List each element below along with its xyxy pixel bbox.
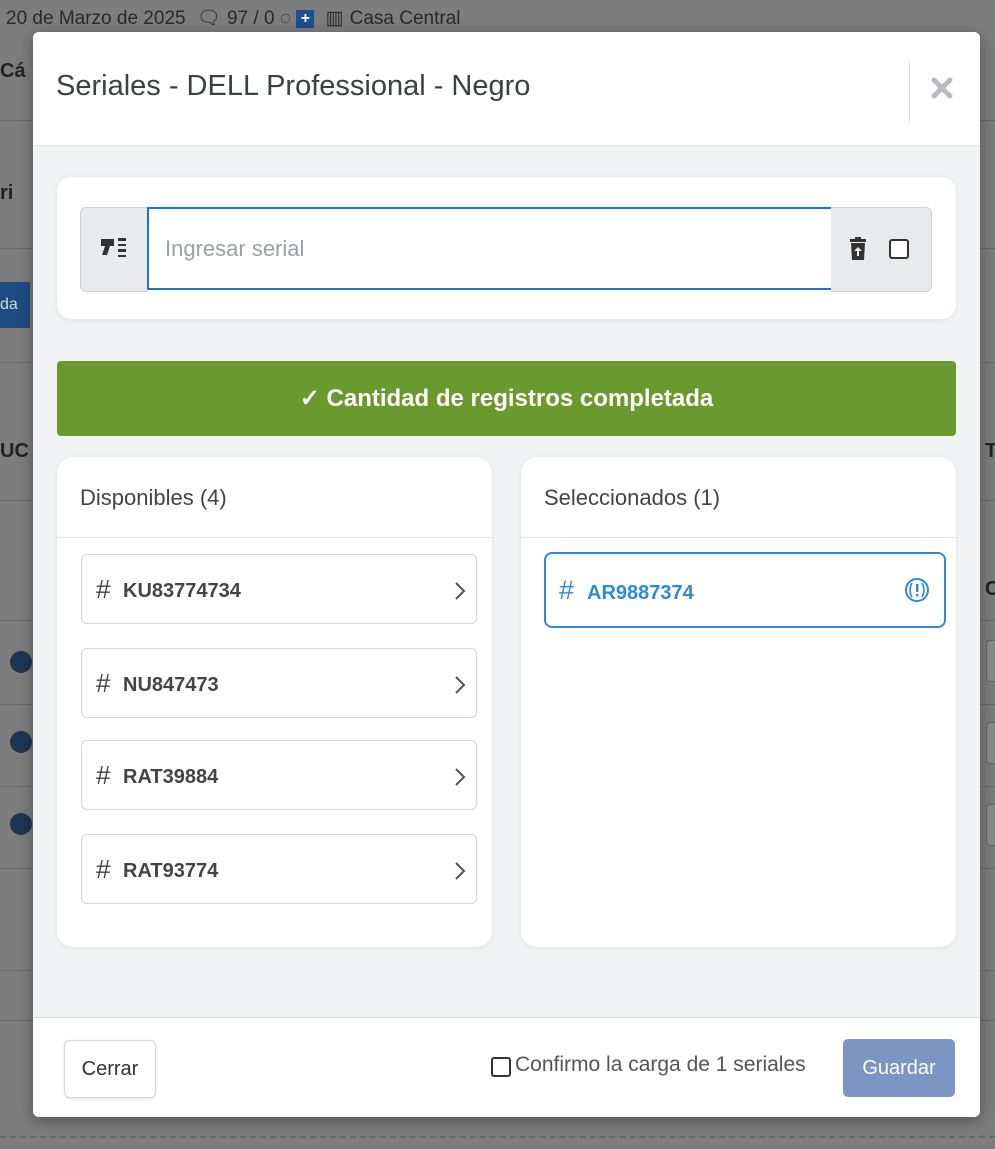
available-serial-item[interactable]: # RAT93774 bbox=[81, 834, 477, 904]
success-banner: ✓ Cantidad de registros completada bbox=[57, 361, 956, 436]
trash-restore-icon[interactable] bbox=[849, 237, 867, 261]
close-icon[interactable] bbox=[926, 72, 958, 104]
barcode-scanner-icon bbox=[101, 238, 126, 257]
available-serial-item[interactable]: # KU83774734 bbox=[81, 554, 477, 624]
hash-icon: # bbox=[96, 760, 111, 790]
serials-modal: Seriales - DELL Professional - Negro Ing… bbox=[33, 32, 980, 1117]
input-checkbox[interactable] bbox=[889, 239, 909, 259]
serial-code: RAT39884 bbox=[123, 766, 219, 788]
hash-icon: # bbox=[559, 575, 575, 605]
background-fragment: C bbox=[985, 578, 995, 600]
background-fragment: UC bbox=[0, 440, 29, 462]
eye-icon bbox=[10, 651, 32, 673]
background-counts: 97 / 0 bbox=[226, 8, 275, 29]
background-date: 20 de Marzo de 2025 bbox=[6, 8, 186, 29]
hash-icon: # bbox=[96, 668, 111, 698]
whatsapp-icon: ◌ bbox=[279, 8, 292, 29]
background-divider bbox=[0, 1136, 995, 1138]
modal-header: Seriales - DELL Professional - Negro bbox=[33, 32, 980, 146]
header-divider bbox=[909, 62, 910, 122]
confirm-label[interactable]: Confirmo la carga de 1 seriales bbox=[515, 1052, 806, 1078]
background-fragment: T bbox=[985, 440, 995, 462]
selected-serial-item[interactable]: # AR9887374 bbox=[544, 552, 946, 628]
alert-circle-icon[interactable] bbox=[904, 577, 930, 603]
serial-code: AR9887374 bbox=[587, 582, 694, 604]
available-panel: Disponibles (4) # KU83774734 # NU847473 … bbox=[57, 457, 492, 947]
serial-code: RAT93774 bbox=[123, 860, 219, 882]
background-button: da bbox=[0, 282, 30, 328]
hash-icon: # bbox=[96, 574, 111, 604]
chevron-right-icon bbox=[455, 768, 466, 786]
chevron-right-icon bbox=[455, 862, 466, 880]
available-serial-item[interactable]: # NU847473 bbox=[81, 648, 477, 718]
confirm-checkbox[interactable] bbox=[491, 1057, 511, 1077]
hash-icon: # bbox=[96, 854, 111, 884]
background-branch: Casa Central bbox=[349, 8, 461, 29]
chevron-right-icon bbox=[455, 582, 466, 600]
input-actions-addon bbox=[831, 207, 932, 292]
plus-icon: + bbox=[296, 9, 315, 28]
background-input bbox=[986, 804, 995, 846]
serial-input-card bbox=[57, 177, 956, 319]
background-fragment: Cá bbox=[0, 60, 26, 82]
scanner-addon bbox=[80, 207, 148, 292]
chevron-right-icon bbox=[455, 676, 466, 694]
background-fragment: ri bbox=[0, 182, 14, 204]
modal-footer: Cerrar Confirmo la carga de 1 seriales G… bbox=[33, 1017, 980, 1117]
selected-title: Seleccionados (1) bbox=[521, 457, 956, 538]
eye-icon bbox=[10, 813, 32, 835]
eye-icon bbox=[10, 731, 32, 753]
serial-code: KU83774734 bbox=[123, 580, 241, 602]
available-title: Disponibles (4) bbox=[57, 457, 492, 538]
selected-panel: Seleccionados (1) # AR9887374 bbox=[521, 457, 956, 947]
save-button[interactable]: Guardar bbox=[843, 1039, 955, 1097]
modal-title: Seriales - DELL Professional - Negro bbox=[56, 70, 531, 102]
serial-input[interactable] bbox=[147, 207, 844, 290]
serial-code: NU847473 bbox=[123, 674, 219, 696]
close-button[interactable]: Cerrar bbox=[64, 1040, 156, 1098]
background-input bbox=[986, 722, 995, 764]
available-serial-item[interactable]: # RAT39884 bbox=[81, 740, 477, 810]
background-input bbox=[986, 640, 995, 682]
